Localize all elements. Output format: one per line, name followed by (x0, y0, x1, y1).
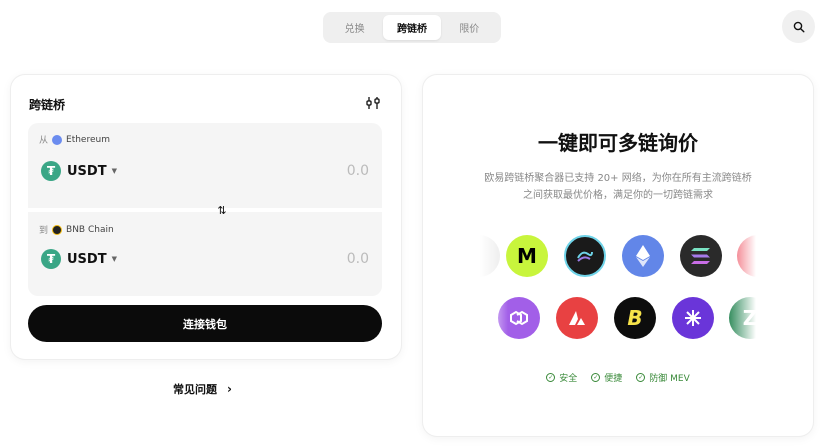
to-token-selector[interactable]: ₮ USDT ▼ (41, 249, 117, 269)
tab-bridge[interactable]: 跨链桥 (383, 15, 441, 40)
card-title: 跨链桥 (29, 98, 66, 112)
ethereum-logo-icon (622, 235, 664, 277)
feature-list: ✓ 安全 ✓ 便捷 ✓ 防御 MEV (423, 371, 813, 384)
promo-description-line: 之间获取最优价格，满足你的一切跨链需求 (523, 190, 713, 201)
promo-description: 欧易跨链桥聚合器已支持 20+ 网络，为你在所有主流跨链桥 之间获取最优价格，满… (468, 170, 768, 204)
swell-icon (564, 235, 606, 277)
tether-icon: ₮ (41, 161, 61, 181)
tab-swap[interactable]: 兑换 (326, 15, 383, 40)
logos-fade-right (728, 232, 756, 352)
top-tabs: 兑换 跨链桥 限价 (323, 12, 501, 43)
feature-label: 便捷 (604, 374, 623, 384)
tether-icon: ₮ (41, 249, 61, 269)
feature-label: 防御 MEV (649, 374, 690, 384)
feature-item: ✓ 防御 MEV (636, 371, 690, 384)
search-icon (793, 21, 805, 33)
search-button[interactable] (782, 10, 815, 43)
swap-panel: 从 Ethereum ₮ USDT ▼ 0.0 ⇅ 到 BNB Chain ₮ … (28, 123, 382, 296)
from-token-selector[interactable]: ₮ USDT ▼ (41, 161, 117, 181)
from-label: 从 Ethereum (39, 133, 110, 146)
feature-item: ✓ 便捷 (591, 371, 622, 384)
connect-wallet-button[interactable]: 连接钱包 (28, 305, 382, 342)
panel-divider (28, 208, 382, 212)
blast-icon: B (614, 297, 656, 339)
promo-headline: 一键即可多链询价 (538, 131, 698, 155)
promo-description-line: 欧易跨链桥聚合器已支持 20+ 网络，为你在所有主流跨链桥 (484, 173, 752, 184)
to-token-symbol: USDT (67, 251, 107, 267)
to-chain-name[interactable]: BNB Chain (66, 225, 114, 235)
bnb-chain-icon (52, 224, 63, 235)
check-circle-icon: ✓ (591, 373, 601, 382)
bridge-card: 跨链桥 从 Ethereum ₮ USDT ▼ 0.0 ⇅ 到 BNB Chai… (11, 75, 401, 359)
swap-direction-icon[interactable]: ⇅ (214, 202, 230, 218)
check-circle-icon: ✓ (636, 373, 646, 382)
chevron-down-icon: ▼ (111, 167, 117, 175)
chevron-down-icon: ▼ (111, 255, 117, 263)
avalanche-icon (556, 297, 598, 339)
promo-card: 一键即可多链询价 欧易跨链桥聚合器已支持 20+ 网络，为你在所有主流跨链桥 之… (423, 75, 813, 436)
from-token-symbol: USDT (67, 163, 107, 179)
to-label: 到 BNB Chain (39, 223, 114, 236)
feature-label: 安全 (559, 374, 578, 384)
faq-label: 常见问题 (173, 383, 217, 396)
faq-link[interactable]: 常见问题 › (173, 381, 232, 397)
solana-icon (680, 235, 722, 277)
to-prefix: 到 (39, 226, 49, 236)
feature-item: ✓ 安全 (546, 371, 577, 384)
tab-limit[interactable]: 限价 (441, 15, 498, 40)
ethereum-icon (52, 134, 63, 145)
check-circle-icon: ✓ (546, 373, 556, 382)
chain-logos: M B Z (480, 232, 756, 352)
settings-sliders-icon[interactable] (365, 95, 381, 111)
from-amount-input[interactable]: 0.0 (289, 163, 369, 179)
from-chain-name[interactable]: Ethereum (66, 135, 110, 145)
starknet-spark-icon (672, 297, 714, 339)
from-prefix: 从 (39, 136, 49, 146)
logos-fade-left (480, 232, 508, 352)
chevron-right-icon: › (227, 382, 232, 396)
metis-icon: M (506, 235, 548, 277)
to-amount-input[interactable]: 0.0 (289, 251, 369, 267)
